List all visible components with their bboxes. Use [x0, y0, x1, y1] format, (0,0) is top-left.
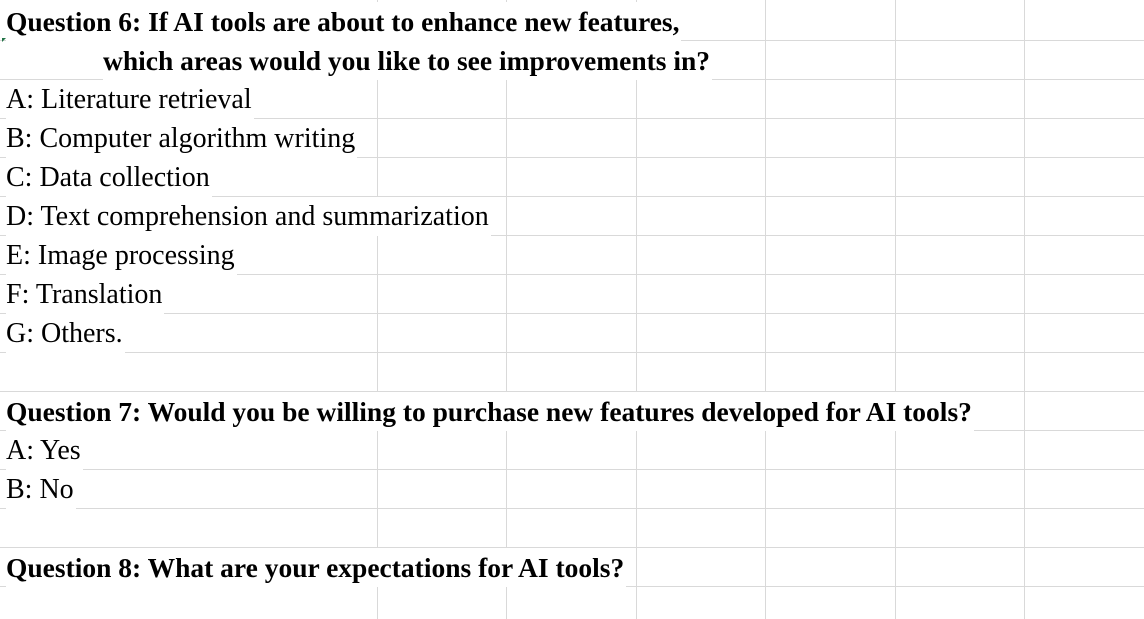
option-a-yes: A: Yes [6, 431, 83, 470]
sheet-row-2[interactable]: which areas would you like to see improv… [0, 41, 1144, 80]
sheet-row-1[interactable]: Question 6: If AI tools are about to enh… [0, 2, 1144, 41]
cell-selection-marker [2, 38, 6, 42]
option-c-data-collection: C: Data collection [6, 158, 212, 197]
option-f-translation: F: Translation [6, 275, 165, 314]
sheet-row-13[interactable]: B: No [0, 470, 1144, 509]
sheet-row-9[interactable]: G: Others. [0, 314, 1144, 353]
sheet-row-16[interactable] [0, 587, 1144, 619]
sheet-row-5[interactable]: C: Data collection [0, 158, 1144, 197]
sheet-row-12[interactable]: A: Yes [0, 431, 1144, 470]
option-b-algorithm-writing: B: Computer algorithm writing [6, 119, 358, 158]
option-b-no: B: No [6, 470, 76, 509]
sheet-row-4[interactable]: B: Computer algorithm writing [0, 119, 1144, 158]
question-8-title: Question 8: What are your expectations f… [6, 548, 627, 587]
question-7-title: Question 7: Would you be willing to purc… [6, 392, 974, 431]
sheet-row-10[interactable] [0, 353, 1144, 392]
option-g-others: G: Others. [6, 314, 125, 353]
sheet-row-11[interactable]: Question 7: Would you be willing to purc… [0, 392, 1144, 431]
option-a-literature-retrieval: A: Literature retrieval [6, 80, 254, 119]
sheet-row-6[interactable]: D: Text comprehension and summarization [0, 197, 1144, 236]
sheet-row-3[interactable]: A: Literature retrieval [0, 80, 1144, 119]
sheet-row-7[interactable]: E: Image processing [0, 236, 1144, 275]
sheet-row-8[interactable]: F: Translation [0, 275, 1144, 314]
spreadsheet-grid[interactable]: Question 6: If AI tools are about to enh… [0, 0, 1144, 619]
option-e-image-processing: E: Image processing [6, 236, 237, 275]
question-6-title: Question 6: If AI tools are about to enh… [6, 2, 682, 41]
sheet-row-14[interactable] [0, 509, 1144, 548]
question-6-title-continued: which areas would you like to see improv… [103, 41, 713, 80]
sheet-row-15[interactable]: Question 8: What are your expectations f… [0, 548, 1144, 587]
option-d-text-comprehension: D: Text comprehension and summarization [6, 197, 491, 236]
